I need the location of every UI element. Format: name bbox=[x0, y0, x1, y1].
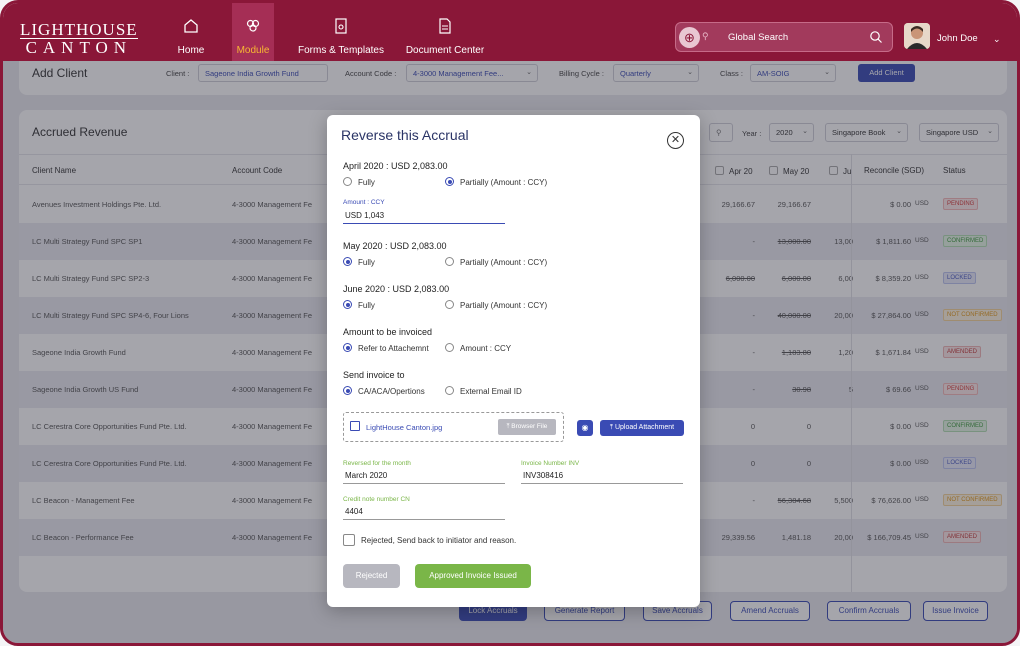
invoice-number-label: Invoice Number INV bbox=[521, 460, 580, 467]
nav-forms-templates[interactable]: Forms & Templates bbox=[297, 3, 385, 61]
upload-attachment-label: Upload Attachment bbox=[614, 424, 675, 431]
home-icon bbox=[184, 19, 198, 33]
april-partially-label: Partially (Amount : CCY) bbox=[460, 178, 548, 187]
credit-note-label: Credit note number CN bbox=[343, 496, 410, 503]
global-search-bar[interactable]: ⊕ ⚲ Global Search bbox=[675, 22, 893, 52]
nav-forms-label: Forms & Templates bbox=[298, 45, 384, 56]
forms-icon bbox=[335, 18, 347, 34]
brand-logo[interactable]: LIGHTHOUSE CANTON bbox=[20, 21, 138, 56]
april-fully-label: Fully bbox=[358, 178, 375, 187]
amount-invoiced-heading: Amount to be invoiced bbox=[343, 327, 433, 337]
radio-icon bbox=[445, 343, 454, 352]
amount-ccy-label: Amount : CCY bbox=[343, 199, 385, 206]
radio-selected-icon bbox=[343, 343, 352, 352]
ca-aca-label: CA/ACA/Opertions bbox=[358, 387, 425, 396]
brand-line1: LIGHTHOUSE bbox=[20, 20, 138, 39]
june-heading: June 2020 : USD 2,083.00 bbox=[343, 284, 450, 294]
april-heading: April 2020 : USD 2,083.00 bbox=[343, 161, 448, 171]
nav-home[interactable]: Home bbox=[166, 3, 216, 61]
rejected-button[interactable]: Rejected bbox=[343, 564, 400, 588]
radio-selected-icon bbox=[445, 177, 454, 186]
top-navigation-bar: LIGHTHOUSE CANTON Home Module Forms & Te… bbox=[3, 3, 1017, 61]
reversed-month-input[interactable]: March 2020 bbox=[343, 468, 505, 484]
logo-divider bbox=[20, 38, 138, 39]
eye-icon[interactable]: ◉ bbox=[577, 420, 593, 436]
reverse-accrual-modal: Reverse this Accrual ✕ April 2020 : USD … bbox=[327, 115, 700, 607]
amount-ccy-radio[interactable]: Amount : CCY bbox=[445, 343, 511, 353]
june-fully-radio[interactable]: Fully bbox=[343, 300, 375, 310]
june-fully-label: Fully bbox=[358, 301, 375, 310]
globe-icon[interactable]: ⊕ bbox=[679, 27, 700, 48]
radio-icon bbox=[445, 257, 454, 266]
may-fully-label: Fully bbox=[358, 258, 375, 267]
avatar[interactable] bbox=[904, 23, 930, 49]
radio-selected-icon bbox=[343, 386, 352, 395]
april-partially-radio[interactable]: Partially (Amount : CCY) bbox=[445, 177, 547, 187]
radio-selected-icon bbox=[343, 300, 352, 309]
radio-icon bbox=[445, 300, 454, 309]
global-search-input[interactable]: Global Search bbox=[728, 32, 788, 43]
refer-attachment-radio[interactable]: Refer to Attachemnt bbox=[343, 343, 429, 353]
radio-selected-icon bbox=[343, 257, 352, 266]
credit-note-input[interactable]: 4404 bbox=[343, 504, 505, 520]
nav-module[interactable]: Module bbox=[232, 3, 274, 61]
april-fully-radio[interactable]: Fully bbox=[343, 177, 375, 187]
browse-file-label: Browser File bbox=[511, 423, 548, 430]
attachment-filename: LightHouse Canton.jpg bbox=[366, 423, 443, 432]
modal-title: Reverse this Accrual bbox=[341, 127, 469, 143]
user-name[interactable]: John Doe bbox=[937, 33, 978, 44]
attachment-dropzone[interactable]: LightHouse Canton.jpg ⤒ Browser File bbox=[343, 412, 564, 442]
external-email-label: External Email ID bbox=[460, 387, 522, 396]
browse-file-button[interactable]: ⤒ Browser File bbox=[498, 419, 556, 435]
nav-module-label: Module bbox=[236, 45, 270, 56]
invoice-number-input[interactable]: INV308416 bbox=[521, 468, 683, 484]
pin-icon: ⚲ bbox=[702, 31, 709, 41]
module-icon bbox=[246, 19, 260, 32]
ca-aca-radio[interactable]: CA/ACA/Opertions bbox=[343, 386, 425, 396]
chevron-down-icon[interactable]: ⌄ bbox=[993, 34, 1001, 45]
may-fully-radio[interactable]: Fully bbox=[343, 257, 375, 267]
image-icon bbox=[350, 421, 360, 431]
brand-line2: CANTON bbox=[25, 38, 133, 57]
june-partially-radio[interactable]: Partially (Amount : CCY) bbox=[445, 300, 547, 310]
may-partially-radio[interactable]: Partially (Amount : CCY) bbox=[445, 257, 547, 267]
rejected-checkbox[interactable] bbox=[343, 534, 355, 546]
amount-ccy-input[interactable]: USD 1,043 bbox=[343, 208, 505, 224]
upload-attachment-button[interactable]: ⤒ Upload Attachment bbox=[600, 420, 684, 436]
refer-attachment-label: Refer to Attachemnt bbox=[358, 344, 429, 353]
nav-home-label: Home bbox=[177, 45, 205, 56]
send-invoice-heading: Send invoice to bbox=[343, 370, 405, 380]
rejected-checkbox-label: Rejected, Send back to initiator and rea… bbox=[361, 536, 517, 545]
external-email-radio[interactable]: External Email ID bbox=[445, 386, 522, 396]
radio-icon bbox=[445, 386, 454, 395]
app-window: LIGHTHOUSE CANTON Home Module Forms & Te… bbox=[0, 0, 1020, 646]
avatar-image bbox=[904, 23, 930, 49]
amount-ccy-radio-label: Amount : CCY bbox=[460, 344, 512, 353]
nav-document-label: Document Center bbox=[405, 45, 485, 56]
nav-document-center[interactable]: Document Center bbox=[405, 3, 485, 61]
approved-invoice-button[interactable]: Approved Invoice Issued bbox=[415, 564, 531, 588]
may-heading: May 2020 : USD 2,083.00 bbox=[343, 241, 447, 251]
radio-icon bbox=[343, 177, 352, 186]
search-icon[interactable] bbox=[869, 30, 883, 44]
document-icon bbox=[439, 18, 451, 34]
close-icon[interactable]: ✕ bbox=[667, 132, 684, 149]
reversed-month-label: Reversed for the month bbox=[343, 460, 411, 467]
may-partially-label: Partially (Amount : CCY) bbox=[460, 258, 548, 267]
june-partially-label: Partially (Amount : CCY) bbox=[460, 301, 548, 310]
